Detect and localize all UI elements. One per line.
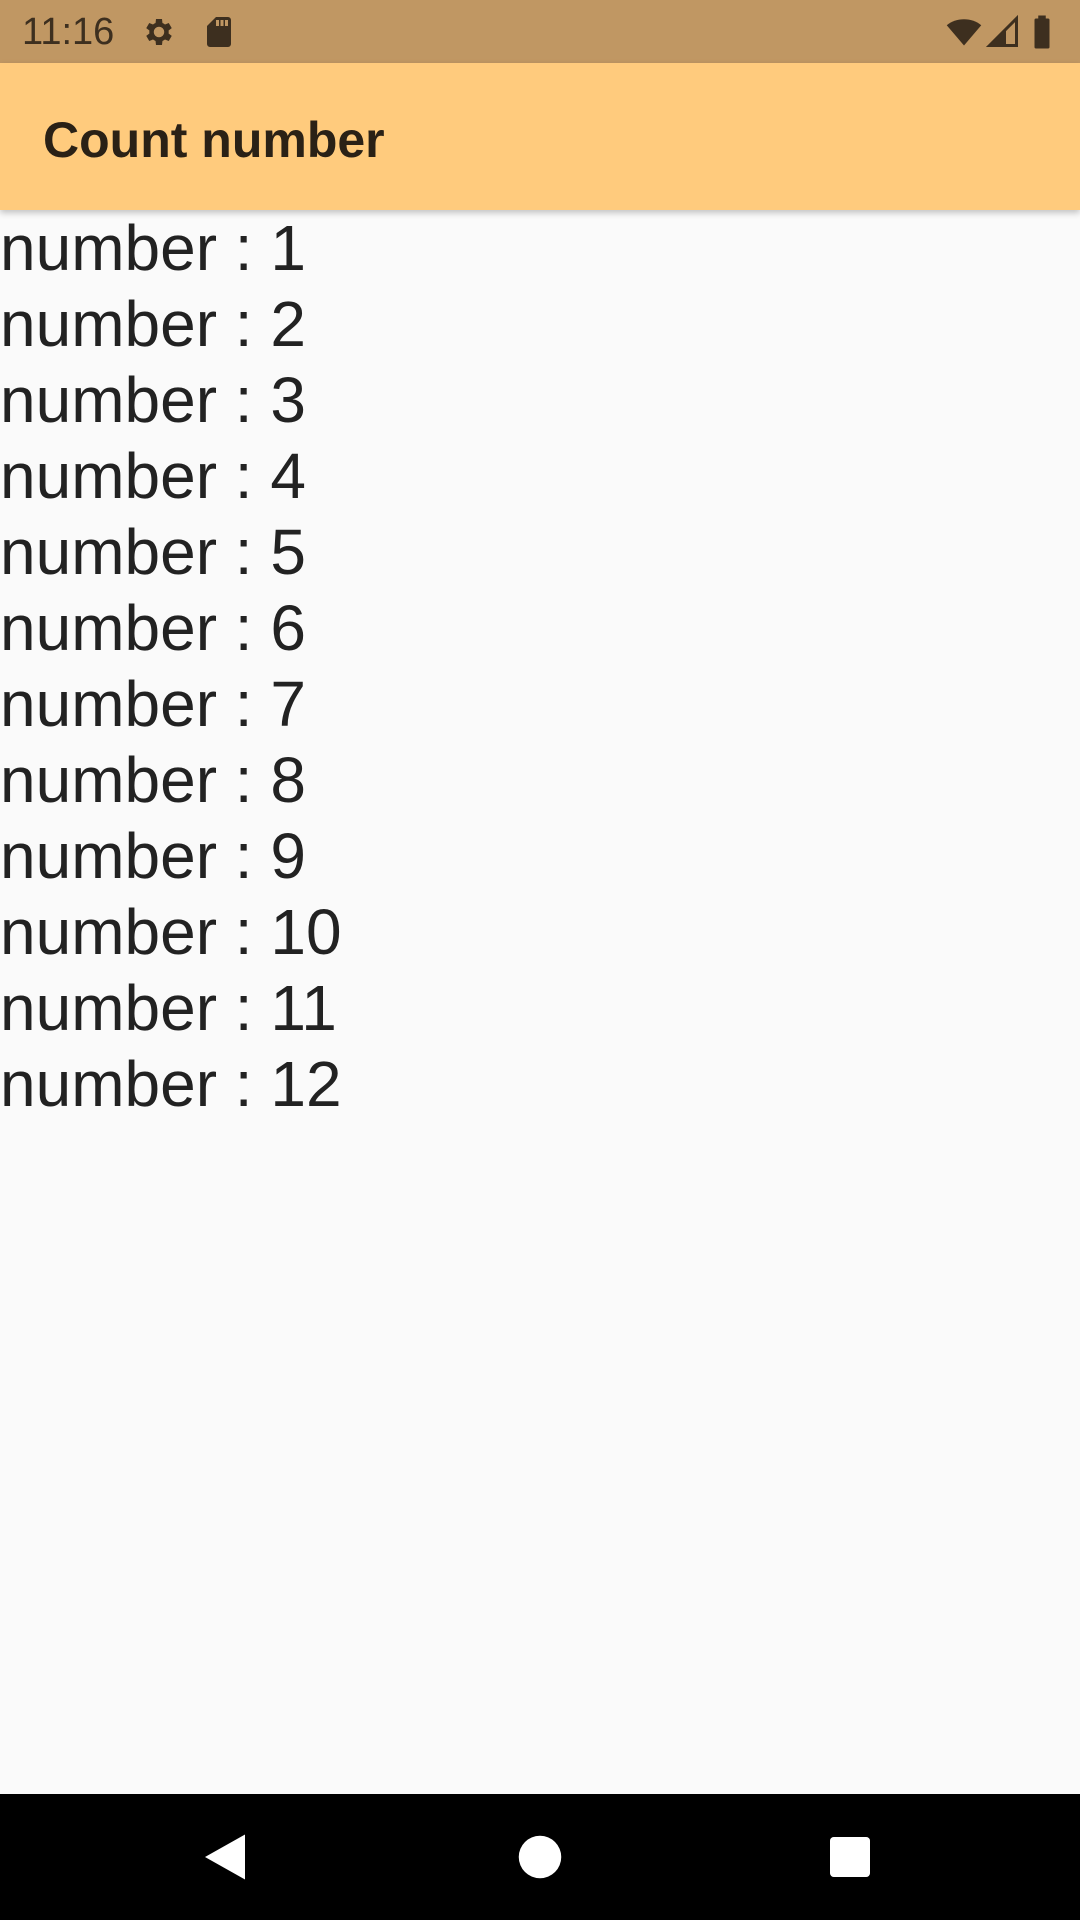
gear-icon xyxy=(141,14,177,50)
battery-icon xyxy=(1030,14,1054,50)
list-item: number : 10 xyxy=(0,896,342,968)
list-item: number : 4 xyxy=(0,440,306,512)
list-item: number : 8 xyxy=(0,744,306,816)
list-item: number : 11 xyxy=(0,972,337,1044)
navigation-bar xyxy=(0,1794,1080,1920)
list-item: number : 12 xyxy=(0,1048,342,1120)
list-item: number : 6 xyxy=(0,592,306,664)
signal-icon xyxy=(985,14,1021,50)
list-item: number : 1 xyxy=(0,212,306,284)
list-item: number : 5 xyxy=(0,516,306,588)
status-time: 11:16 xyxy=(22,11,115,53)
sd-card-icon xyxy=(201,14,237,50)
back-icon[interactable] xyxy=(195,1827,255,1887)
list-item: number : 2 xyxy=(0,288,306,360)
wifi-icon xyxy=(944,14,984,50)
page-title: Count number xyxy=(43,112,385,168)
recents-icon[interactable] xyxy=(820,1827,880,1887)
list-item: number : 3 xyxy=(0,364,306,436)
app-bar: Count number xyxy=(0,63,1080,210)
number-list-container[interactable]: number : 1 number : 2 number : 3 number … xyxy=(0,210,1080,1794)
list-item: number : 7 xyxy=(0,668,306,740)
home-icon[interactable] xyxy=(510,1827,570,1887)
list-item: number : 9 xyxy=(0,820,306,892)
number-list: number : 1 number : 2 number : 3 number … xyxy=(0,210,1080,1122)
status-bar: 11:16 xyxy=(0,0,1080,63)
app-screen: 11:16 Count number number : 1 number : 2… xyxy=(0,0,1080,1920)
